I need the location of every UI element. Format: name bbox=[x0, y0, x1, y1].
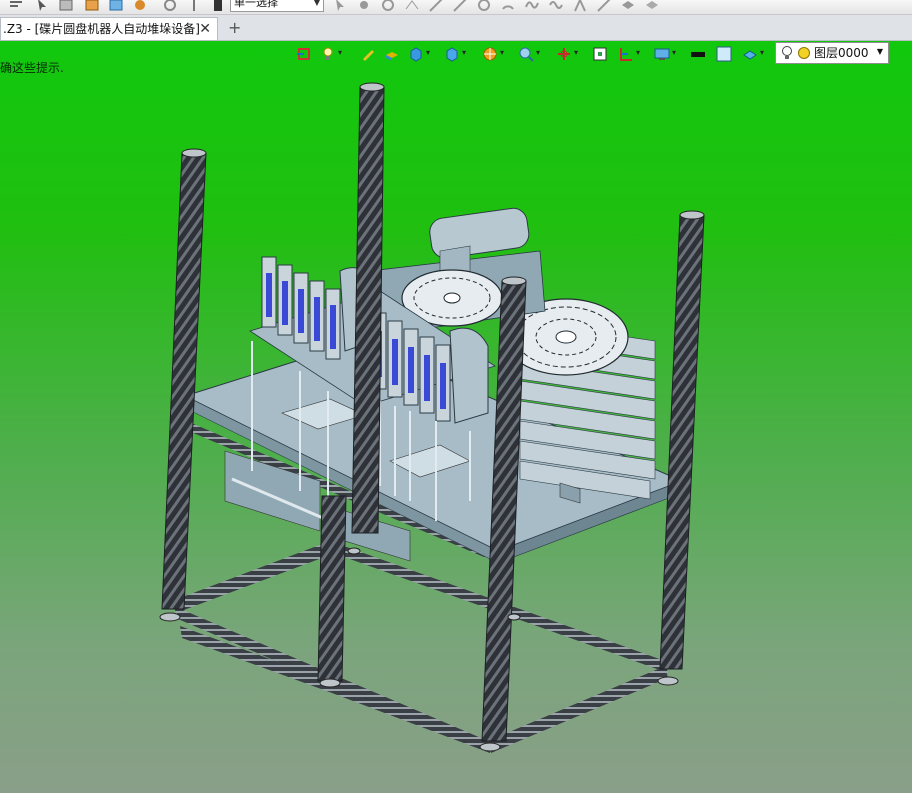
line-icon[interactable] bbox=[428, 0, 444, 13]
import-icon[interactable] bbox=[84, 0, 100, 13]
new-tab-button[interactable]: + bbox=[228, 17, 241, 39]
layer-stack-icon[interactable] bbox=[620, 0, 636, 13]
top-toolbar: 单一选择 ▼ bbox=[0, 0, 912, 15]
document-tab-title: .Z3 - [碟片圆盘机器人自动堆垛设备] bbox=[3, 22, 200, 36]
layer-stack-icon[interactable] bbox=[644, 0, 660, 13]
curve-icon[interactable] bbox=[452, 0, 468, 13]
bookmark-icon[interactable] bbox=[210, 0, 226, 13]
select-mode-dropdown[interactable]: 单一选择 ▼ bbox=[230, 0, 324, 12]
bottom-frame bbox=[172, 541, 668, 753]
select-mode-value: 单一选择 bbox=[234, 0, 278, 9]
point-icon[interactable] bbox=[356, 0, 372, 13]
rotate-icon[interactable] bbox=[162, 0, 178, 13]
cursor-icon[interactable] bbox=[34, 0, 50, 13]
export-icon[interactable] bbox=[108, 0, 124, 13]
arc-icon[interactable] bbox=[500, 0, 516, 13]
chevron-down-icon: ▼ bbox=[313, 0, 320, 7]
document-tab-bar: .Z3 - [碟片圆盘机器人自动堆垛设备] ✕ + bbox=[0, 15, 912, 41]
3d-viewport[interactable]: 确这些提示. ▾ ▾ ▾ ▾ ▾ ▾ ▾ ▾ ▾ 图层0000 ▼ bbox=[0, 41, 912, 793]
list-icon[interactable] bbox=[58, 0, 74, 13]
eye-icon[interactable] bbox=[596, 0, 612, 13]
camera-icon[interactable] bbox=[132, 0, 148, 13]
pick-filter-icon[interactable] bbox=[332, 0, 348, 13]
record-icon[interactable] bbox=[380, 0, 396, 13]
menu-icon[interactable] bbox=[8, 0, 24, 13]
spline-icon[interactable] bbox=[524, 0, 540, 13]
machine-3d-model bbox=[159, 82, 705, 753]
document-tab[interactable]: .Z3 - [碟片圆盘机器人自动堆垛设备] ✕ bbox=[0, 17, 218, 40]
circle-icon[interactable] bbox=[476, 0, 492, 13]
close-icon[interactable]: ✕ bbox=[199, 18, 211, 40]
disc-stack bbox=[503, 298, 656, 504]
snap-icon[interactable] bbox=[572, 0, 588, 13]
vertex-icon[interactable] bbox=[404, 0, 420, 13]
pin-icon[interactable] bbox=[186, 0, 202, 13]
wave-icon[interactable] bbox=[548, 0, 564, 13]
